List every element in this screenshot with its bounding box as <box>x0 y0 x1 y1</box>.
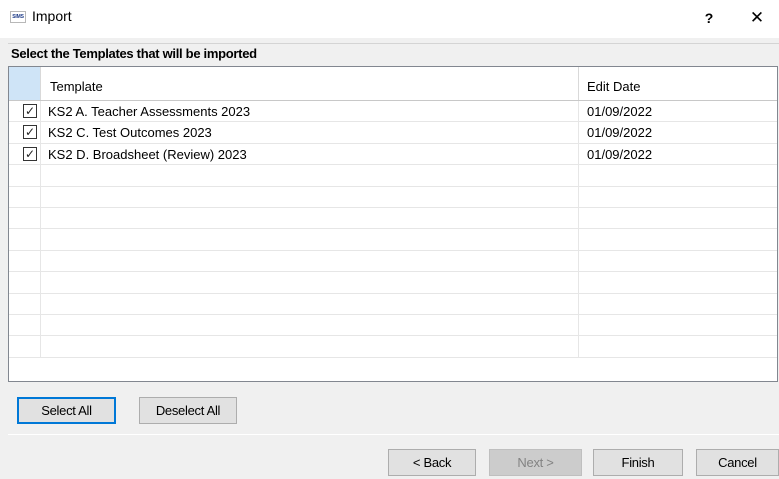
template-name-cell <box>42 207 579 229</box>
table-row[interactable]: ✓ KS2 A. Teacher Assessments 2023 01/09/… <box>9 101 777 123</box>
empty-row <box>9 314 777 337</box>
template-name-cell <box>42 272 579 293</box>
templates-grid: Template Edit Date ✓ KS2 A. Teacher Asse… <box>8 66 778 382</box>
edit-date-cell <box>579 229 777 249</box>
back-button[interactable]: < Back <box>388 449 476 476</box>
footer-divider <box>8 434 779 435</box>
table-row[interactable]: ✓ KS2 C. Test Outcomes 2023 01/09/2022 <box>9 122 777 144</box>
edit-date-cell: 01/09/2022 <box>587 104 653 119</box>
empty-row <box>9 165 777 187</box>
column-header-template[interactable]: Template <box>42 67 579 100</box>
edit-date-cell <box>579 251 777 271</box>
template-name-cell <box>42 293 579 314</box>
empty-row <box>9 250 777 273</box>
grid-header: Template Edit Date <box>9 67 777 101</box>
title-bar: SIMS Import ? ✕ <box>0 0 779 38</box>
template-name-cell: KS2 D. Broadsheet (Review) 2023 <box>42 143 579 165</box>
row-selector-cell[interactable]: ✓ <box>9 143 41 165</box>
row-selector-cell <box>9 336 41 357</box>
section-heading: Select the Templates that will be import… <box>11 46 257 61</box>
empty-row <box>9 293 777 315</box>
column-header-edit-date[interactable]: Edit Date <box>579 67 777 100</box>
row-selector-cell <box>9 165 41 186</box>
template-name-cell: KS2 A. Teacher Assessments 2023 <box>42 101 579 122</box>
select-all-corner-cell[interactable] <box>9 67 41 100</box>
edit-date-cell <box>579 294 777 314</box>
edit-date-cell <box>579 336 777 356</box>
row-checkbox[interactable]: ✓ <box>23 125 37 140</box>
section-header: Select the Templates that will be import… <box>8 43 779 64</box>
row-selector-cell <box>9 272 41 293</box>
finish-button[interactable]: Finish <box>593 449 683 476</box>
template-name-cell <box>42 336 579 357</box>
sims-app-icon: SIMS <box>10 11 26 23</box>
empty-row <box>9 186 777 208</box>
row-selector-cell <box>9 250 41 272</box>
deselect-all-button[interactable]: Deselect All <box>139 397 237 424</box>
row-checkbox[interactable]: ✓ <box>23 104 37 118</box>
grid-rows: ✓ KS2 A. Teacher Assessments 2023 01/09/… <box>9 101 777 358</box>
next-button[interactable]: Next > <box>489 449 582 476</box>
edit-date-cell <box>579 187 777 207</box>
edit-date-cell <box>579 208 777 228</box>
template-name-cell <box>42 250 579 272</box>
template-name-cell: KS2 C. Test Outcomes 2023 <box>42 122 579 143</box>
row-selector-cell <box>9 314 41 336</box>
cancel-button[interactable]: Cancel <box>696 449 779 476</box>
edit-date-cell <box>579 315 777 335</box>
row-selector-cell[interactable]: ✓ <box>9 101 41 122</box>
select-all-button[interactable]: Select All <box>17 397 116 424</box>
table-row[interactable]: ✓ KS2 D. Broadsheet (Review) 2023 01/09/… <box>9 143 777 166</box>
row-selector-cell[interactable]: ✓ <box>9 122 41 143</box>
edit-date-cell: 01/09/2022 <box>587 146 653 162</box>
empty-row <box>9 336 777 358</box>
template-name-cell <box>42 229 579 250</box>
template-name-cell <box>42 165 579 186</box>
template-name-cell <box>42 186 579 207</box>
edit-date-cell <box>579 272 777 292</box>
row-selector-cell <box>9 229 41 250</box>
check-icon: ✓ <box>25 146 36 161</box>
row-selector-cell <box>9 186 41 207</box>
edit-date-cell: 01/09/2022 <box>587 125 653 141</box>
check-icon: ✓ <box>25 125 36 140</box>
empty-row <box>9 229 777 251</box>
row-checkbox[interactable]: ✓ <box>23 146 37 161</box>
close-icon[interactable]: ✕ <box>744 6 770 30</box>
empty-row <box>9 207 777 230</box>
check-icon: ✓ <box>25 104 36 118</box>
row-selector-cell <box>9 293 41 314</box>
help-button[interactable]: ? <box>697 6 721 30</box>
row-selector-cell <box>9 207 41 229</box>
window-title: Import <box>32 8 72 24</box>
template-name-cell <box>42 314 579 336</box>
empty-row <box>9 272 777 294</box>
edit-date-cell <box>579 165 777 185</box>
